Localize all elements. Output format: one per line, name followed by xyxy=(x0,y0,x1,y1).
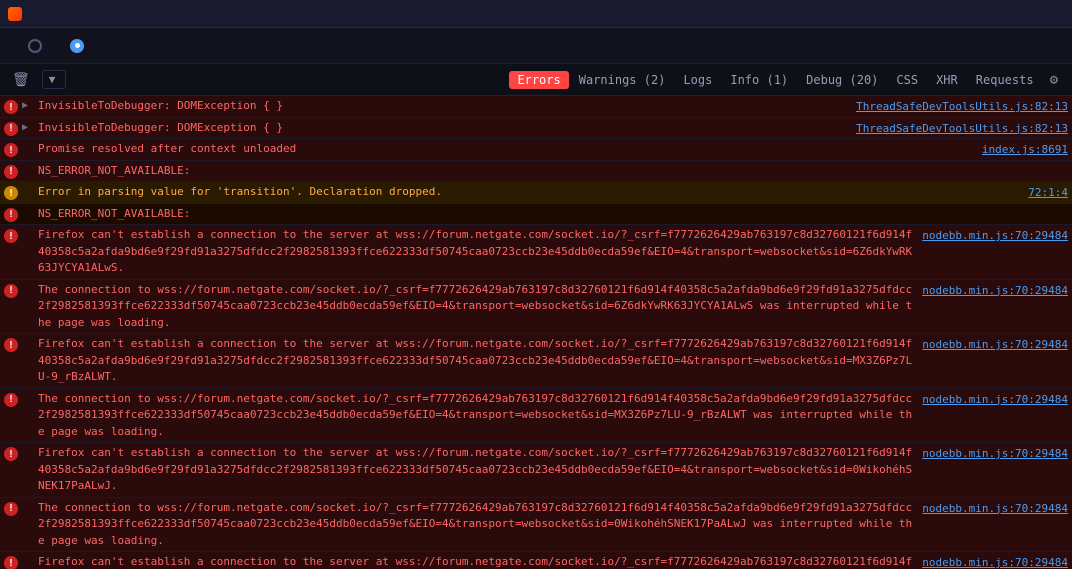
titlebar xyxy=(0,0,1072,28)
row-icon-error: ! xyxy=(4,122,18,136)
radio-dot xyxy=(75,43,80,48)
close-button[interactable] xyxy=(1050,7,1064,21)
log-row: ! Firefox can't establish a connection t… xyxy=(0,334,1072,389)
log-row: ! The connection to wss://forum.netgate.… xyxy=(0,280,1072,335)
log-source[interactable]: nodebb.min.js:70:29484 xyxy=(922,229,1068,242)
row-icon-error: ! xyxy=(4,556,18,569)
log-source[interactable]: nodebb.min.js:70:29484 xyxy=(922,447,1068,460)
log-message: The connection to wss://forum.netgate.co… xyxy=(38,282,918,332)
log-message: InvisibleToDebugger: DOMException { } xyxy=(38,120,852,137)
row-icon-error: ! xyxy=(4,208,18,222)
tab-logs[interactable]: Logs xyxy=(675,71,720,89)
log-row: ! NS_ERROR_NOT_AVAILABLE: xyxy=(0,204,1072,226)
log-message: InvisibleToDebugger: DOMException { } xyxy=(38,98,852,115)
row-icon-error: ! xyxy=(4,143,18,157)
log-row: ! The connection to wss://forum.netgate.… xyxy=(0,389,1072,444)
log-source[interactable]: 72:1:4 xyxy=(1028,186,1068,199)
parent-radio[interactable] xyxy=(28,39,42,53)
window-controls xyxy=(1006,7,1064,21)
tab-errors[interactable]: Errors xyxy=(509,71,568,89)
tab-info[interactable]: Info (1) xyxy=(722,71,796,89)
log-message: The connection to wss://forum.netgate.co… xyxy=(38,500,918,550)
settings-icon[interactable]: ⚙ xyxy=(1044,70,1064,90)
multiprocess-radio[interactable] xyxy=(70,39,84,53)
log-message: Firefox can't establish a connection to … xyxy=(38,554,918,569)
row-icon-error: ! xyxy=(4,229,18,243)
filter-icon: ▼ xyxy=(49,73,56,86)
log-message: The connection to wss://forum.netgate.co… xyxy=(38,391,918,441)
log-message: NS_ERROR_NOT_AVAILABLE: xyxy=(38,163,1068,180)
log-source[interactable]: nodebb.min.js:70:29484 xyxy=(922,556,1068,569)
log-message: Firefox can't establish a connection to … xyxy=(38,227,918,277)
log-source[interactable]: nodebb.min.js:70:29484 xyxy=(922,502,1068,515)
log-row: ! The connection to wss://forum.netgate.… xyxy=(0,498,1072,553)
row-icon-error: ! xyxy=(4,165,18,179)
row-icon-error: ! xyxy=(4,338,18,352)
row-icon-error: ! xyxy=(4,502,18,516)
log-source[interactable]: index.js:8691 xyxy=(982,143,1068,156)
modebar xyxy=(0,28,1072,64)
log-row: ! Firefox can't establish a connection t… xyxy=(0,443,1072,498)
log-row: ! Firefox can't establish a connection t… xyxy=(0,552,1072,569)
row-icon-warning: ! xyxy=(4,186,18,200)
maximize-button[interactable] xyxy=(1028,7,1042,21)
clear-button[interactable]: 🗑 xyxy=(8,70,34,90)
log-row: ! Firefox can't establish a connection t… xyxy=(0,225,1072,280)
tab-debug[interactable]: Debug (20) xyxy=(798,71,886,89)
log-message: Error in parsing value for 'transition'.… xyxy=(38,184,1024,201)
multiprocess-mode[interactable] xyxy=(70,39,96,53)
log-row: ! ▶ InvisibleToDebugger: DOMException { } T… xyxy=(0,96,1072,118)
log-row: ! Error in parsing value for 'transition… xyxy=(0,182,1072,204)
log-message: NS_ERROR_NOT_AVAILABLE: xyxy=(38,206,1068,223)
log-message: Firefox can't establish a connection to … xyxy=(38,445,918,495)
log-message: Promise resolved after context unloaded xyxy=(38,141,978,158)
filterbar: 🗑 ▼ Errors Warnings (2) Logs Info (1) De… xyxy=(0,64,1072,96)
row-icon-error: ! xyxy=(4,284,18,298)
filter-output-button[interactable]: ▼ xyxy=(42,70,67,89)
log-source[interactable]: nodebb.min.js:70:29484 xyxy=(922,393,1068,406)
minimize-button[interactable] xyxy=(1006,7,1020,21)
log-row: ! NS_ERROR_NOT_AVAILABLE: xyxy=(0,161,1072,183)
log-source[interactable]: nodebb.min.js:70:29484 xyxy=(922,338,1068,351)
expand-arrow[interactable]: ▶ xyxy=(22,100,34,111)
expand-arrow[interactable]: ▶ xyxy=(22,122,34,133)
console-content: ! ▶ InvisibleToDebugger: DOMException { } T… xyxy=(0,96,1072,569)
row-icon-error: ! xyxy=(4,393,18,407)
log-row: ! ▶ InvisibleToDebugger: DOMException { } T… xyxy=(0,118,1072,140)
log-source[interactable]: nodebb.min.js:70:29484 xyxy=(922,284,1068,297)
tab-warnings[interactable]: Warnings (2) xyxy=(571,71,674,89)
row-icon-error: ! xyxy=(4,100,18,114)
app-icon xyxy=(8,7,22,21)
tab-requests[interactable]: Requests xyxy=(968,71,1042,89)
parent-process-mode[interactable] xyxy=(28,39,54,53)
row-icon-error: ! xyxy=(4,447,18,461)
log-source[interactable]: ThreadSafeDevToolsUtils.js:82:13 xyxy=(856,100,1068,113)
log-row: ! Promise resolved after context unloade… xyxy=(0,139,1072,161)
tab-xhr[interactable]: XHR xyxy=(928,71,966,89)
log-message: Firefox can't establish a connection to … xyxy=(38,336,918,386)
tabbar: Errors Warnings (2) Logs Info (1) Debug … xyxy=(509,70,1064,90)
tab-css[interactable]: CSS xyxy=(888,71,926,89)
log-source[interactable]: ThreadSafeDevToolsUtils.js:82:13 xyxy=(856,122,1068,135)
